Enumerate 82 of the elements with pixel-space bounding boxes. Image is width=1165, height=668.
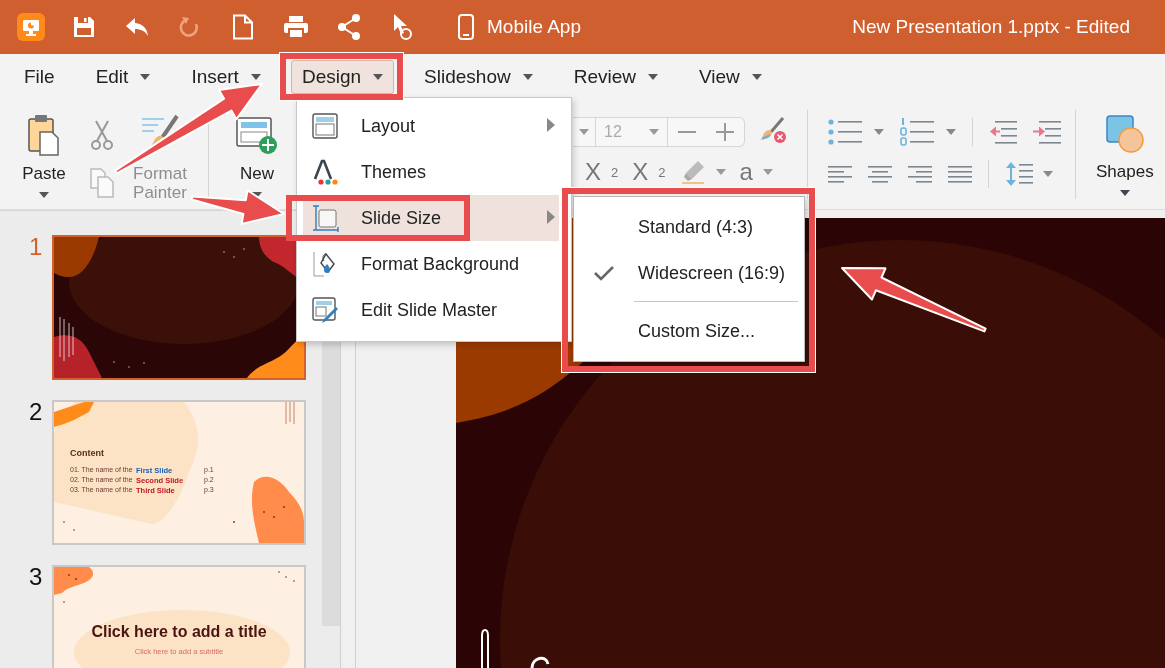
- font-name-field[interactable]: [573, 117, 596, 147]
- align-icon[interactable]: [908, 163, 932, 185]
- menu-item[interactable]: Layout: [303, 103, 559, 149]
- slide-size-icon: [311, 204, 339, 232]
- menu-item-label: Widescreen (16:9): [638, 262, 786, 284]
- new-slide-button[interactable]: New: [225, 114, 289, 198]
- menu-item[interactable]: Themes: [303, 149, 559, 195]
- new-document-icon[interactable]: [231, 14, 254, 40]
- shapes-icon: [1104, 114, 1145, 154]
- theme-icon: [312, 159, 338, 185]
- share-icon[interactable]: [336, 14, 361, 40]
- slide-title: Click here to add a title: [90, 623, 268, 641]
- line-spacing-icon[interactable]: [1005, 161, 1033, 187]
- caret-icon: [250, 74, 261, 80]
- menu-item[interactable]: Custom Size...: [574, 308, 804, 354]
- paste-button[interactable]: Paste: [12, 114, 76, 198]
- mobile-app-button[interactable]: Mobile App: [458, 14, 581, 40]
- save-icon[interactable]: [71, 15, 96, 39]
- align-icon[interactable]: [828, 163, 852, 185]
- menu-item[interactable]: Format Background: [303, 241, 559, 287]
- document-title: New Presentation 1.pptx - Edited: [852, 16, 1131, 38]
- caret-icon: [140, 74, 151, 80]
- caret-icon: [649, 129, 659, 135]
- menu-item-label: Edit Slide Master: [361, 299, 498, 321]
- caret-icon: [1043, 171, 1053, 177]
- menu-item[interactable]: Widescreen (16:9): [574, 250, 804, 296]
- caret-icon: [522, 74, 533, 80]
- caret-icon: [762, 169, 773, 175]
- font-size-stepper[interactable]: [668, 117, 745, 147]
- caret-icon: [1119, 190, 1130, 196]
- menu-item[interactable]: Slideshow: [413, 60, 544, 94]
- submenu-arrow-icon: [547, 209, 555, 224]
- menu-item[interactable]: Standard (4:3): [574, 204, 804, 250]
- caret-icon: [874, 129, 884, 135]
- menu-item[interactable]: View: [688, 60, 773, 94]
- slide-heading: Content: [70, 448, 104, 458]
- font-color-button[interactable]: a: [739, 158, 773, 186]
- slide-number: 2: [28, 400, 44, 427]
- plus-icon[interactable]: [716, 123, 734, 141]
- menu-item[interactable]: File: [13, 60, 66, 94]
- clear-format-icon[interactable]: [759, 116, 787, 144]
- menu-item-label: Slide Size: [361, 207, 442, 229]
- print-icon[interactable]: [282, 15, 309, 39]
- caret-icon: [751, 74, 762, 80]
- scrollbar[interactable]: [322, 342, 340, 626]
- menu-item-label: Custom Size...: [638, 320, 756, 342]
- caret-icon: [946, 129, 956, 135]
- menu-item-label: Standard (4:3): [638, 216, 754, 238]
- slide-number: 3: [28, 565, 44, 592]
- layout-icon: [312, 113, 338, 139]
- menu-item-label: Themes: [361, 161, 427, 183]
- menu-item[interactable]: Review: [562, 60, 669, 94]
- caret-icon: [715, 169, 726, 175]
- bullet-list-icon[interactable]: [828, 118, 864, 146]
- presentation-logo-icon[interactable]: [16, 13, 45, 41]
- caret-icon: [373, 74, 384, 80]
- shapes-button[interactable]: Shapes: [1096, 114, 1154, 196]
- highlighter-icon[interactable]: [679, 159, 706, 185]
- copy-icon[interactable]: [90, 168, 114, 198]
- clipboard-icon: [28, 114, 60, 156]
- check-icon: [594, 265, 614, 281]
- menu-item-label: Format Background: [361, 253, 520, 275]
- menu-item-label: Layout: [361, 115, 416, 137]
- superscript-button[interactable]: X$^{2}$: [632, 158, 666, 186]
- slide-master-edit-icon: [312, 297, 338, 323]
- scissors-icon[interactable]: [91, 120, 113, 150]
- submenu-arrow-icon: [547, 117, 555, 132]
- slide-number: 1: [28, 235, 44, 262]
- phone-icon: [458, 14, 474, 40]
- menu-item[interactable]: Design: [290, 60, 395, 94]
- caret-icon: [579, 129, 589, 135]
- new-slide-icon: [235, 114, 279, 156]
- menu-item[interactable]: Insert: [180, 60, 272, 94]
- menu-item[interactable]: Edit: [84, 60, 162, 94]
- increase-indent-icon[interactable]: [1033, 119, 1061, 145]
- menu-item[interactable]: Edit Slide Master: [303, 287, 559, 333]
- numbered-list-icon[interactable]: [900, 118, 936, 146]
- caret-icon: [648, 74, 658, 80]
- caret-icon: [39, 192, 49, 198]
- align-icon[interactable]: [948, 163, 972, 185]
- align-icon[interactable]: [868, 163, 892, 185]
- decrease-indent-icon[interactable]: [989, 119, 1017, 145]
